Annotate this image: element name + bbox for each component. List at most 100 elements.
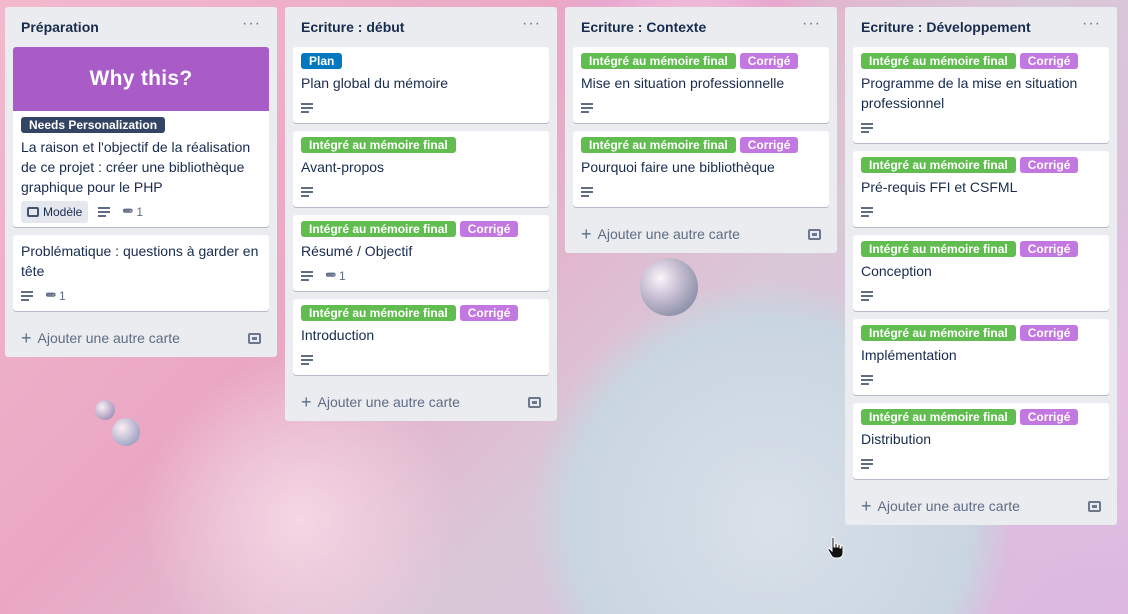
list-footer: + Ajouter une autre carte <box>13 319 269 357</box>
card-labels: Intégré au mémoire final Corrigé <box>861 157 1101 173</box>
card-label[interactable]: Intégré au mémoire final <box>861 157 1016 173</box>
create-from-template-icon[interactable] <box>248 332 261 344</box>
description-badge <box>301 187 313 197</box>
card[interactable]: Intégré au mémoire final Corrigé Résumé / … <box>293 215 549 291</box>
description-icon <box>581 187 593 197</box>
card-label[interactable]: Intégré au mémoire final <box>861 53 1016 69</box>
list: Ecriture : Contexte ··· Intégré au mémoire… <box>565 7 837 253</box>
card-label[interactable]: Intégré au mémoire final <box>861 409 1016 425</box>
list-menu-icon[interactable]: ··· <box>1082 16 1101 35</box>
card-label[interactable]: Needs Personalization <box>21 117 166 133</box>
list-title[interactable]: Ecriture : Contexte <box>581 19 706 35</box>
card-title: Résumé / Objectif <box>301 243 413 259</box>
card-label[interactable]: Corrigé <box>1019 241 1079 257</box>
create-from-template-icon[interactable] <box>808 228 821 240</box>
card-title: Programme de la mise en situation profes… <box>861 75 1078 111</box>
card[interactable]: Intégré au mémoire final Corrigé Pré-requi… <box>853 151 1109 227</box>
card-badges: 1 <box>301 267 541 285</box>
description-badge <box>21 291 33 301</box>
card[interactable]: Intégré au mémoire final Corrigé Programme… <box>853 47 1109 143</box>
card[interactable]: Intégré au mémoire final Corrigé Pourquoi … <box>573 131 829 207</box>
card[interactable]: Plan Plan global du mémoire <box>293 47 549 123</box>
paperclip-icon <box>39 286 58 305</box>
card-label[interactable]: Corrigé <box>1019 157 1079 173</box>
card-label[interactable]: Intégré au mémoire final <box>861 241 1016 257</box>
description-icon <box>301 187 313 197</box>
list-footer: + Ajouter une autre carte <box>573 215 829 253</box>
card-label[interactable]: Corrigé <box>1019 409 1079 425</box>
list-menu-icon[interactable]: ··· <box>242 16 261 35</box>
card-title: Implémentation <box>861 347 957 363</box>
card[interactable]: Intégré au mémoire final Avant-propos <box>293 131 549 207</box>
description-badge <box>301 103 313 113</box>
attachment-count: 1 <box>59 289 66 303</box>
card-label[interactable]: Corrigé <box>1019 53 1079 69</box>
card-label[interactable]: Corrigé <box>739 137 799 153</box>
card-labels: Intégré au mémoire final Corrigé <box>301 305 541 321</box>
add-card-label: Ajouter une autre carte <box>37 330 180 346</box>
card-label[interactable]: Intégré au mémoire final <box>581 53 736 69</box>
card-label[interactable]: Intégré au mémoire final <box>861 325 1016 341</box>
card[interactable]: Intégré au mémoire final Corrigé Introduct… <box>293 299 549 375</box>
plus-icon: + <box>861 496 872 516</box>
card-title: Plan global du mémoire <box>301 75 449 91</box>
create-from-template-icon[interactable] <box>528 396 541 408</box>
description-icon <box>581 103 593 113</box>
card-labels: Intégré au mémoire final Corrigé <box>581 53 821 69</box>
list-menu-icon[interactable]: ··· <box>522 16 541 35</box>
list-footer: + Ajouter une autre carte <box>293 383 549 421</box>
list-header[interactable]: Ecriture : Développement ··· <box>853 7 1109 47</box>
list-header[interactable]: Préparation ··· <box>13 7 269 47</box>
add-card-button[interactable]: + Ajouter une autre carte <box>581 225 740 243</box>
card-labels: Intégré au mémoire final Corrigé <box>861 409 1101 425</box>
card[interactable]: Intégré au mémoire final Corrigé Conceptio… <box>853 235 1109 311</box>
card[interactable]: Why this? Needs Personalization La raison … <box>13 47 269 227</box>
card-badges <box>301 351 541 369</box>
card[interactable]: Problématique : questions à garder en tê… <box>13 235 269 311</box>
card-label[interactable]: Corrigé <box>459 305 519 321</box>
list-title[interactable]: Préparation <box>21 19 99 35</box>
card[interactable]: Intégré au mémoire final Corrigé Distribut… <box>853 403 1109 479</box>
list: Ecriture : Développement ··· Intégré au mé… <box>845 7 1117 525</box>
card-labels: Plan <box>301 53 541 69</box>
card-badges <box>301 183 541 201</box>
list-title[interactable]: Ecriture : début <box>301 19 404 35</box>
attachment-badge: 1 <box>323 269 346 284</box>
add-card-button[interactable]: + Ajouter une autre carte <box>21 329 180 347</box>
list-title[interactable]: Ecriture : Développement <box>861 19 1031 35</box>
card-labels: Intégré au mémoire final Corrigé <box>301 221 541 237</box>
add-card-button[interactable]: + Ajouter une autre carte <box>861 496 1020 516</box>
description-icon <box>861 123 873 133</box>
card-label[interactable]: Plan <box>301 53 343 69</box>
attachment-count: 1 <box>136 205 144 219</box>
card-badges <box>301 99 541 117</box>
create-from-template-icon[interactable] <box>1088 500 1101 512</box>
template-badge-label: Modèle <box>43 205 83 219</box>
card-label[interactable]: Intégré au mémoire final <box>581 137 736 153</box>
card-badges <box>581 183 821 201</box>
list-header[interactable]: Ecriture : début ··· <box>293 7 549 47</box>
card[interactable]: Intégré au mémoire final Corrigé Mise en s… <box>573 47 829 123</box>
list-header[interactable]: Ecriture : Contexte ··· <box>573 7 829 47</box>
card-labels: Intégré au mémoire final Corrigé <box>861 53 1101 69</box>
card-label[interactable]: Intégré au mémoire final <box>301 221 456 237</box>
card-badges <box>861 371 1101 389</box>
card-label[interactable]: Corrigé <box>459 221 519 237</box>
card-label[interactable]: Corrigé <box>739 53 799 69</box>
add-card-button[interactable]: + Ajouter une autre carte <box>301 393 460 411</box>
paperclip-icon <box>117 202 136 221</box>
card-title: Avant-propos <box>301 159 385 175</box>
description-icon <box>98 207 111 217</box>
card-badges <box>861 203 1101 221</box>
add-card-label: Ajouter une autre carte <box>877 498 1020 514</box>
card-label[interactable]: Intégré au mémoire final <box>301 305 456 321</box>
card-title: Conception <box>861 263 932 279</box>
card-label[interactable]: Corrigé <box>1019 325 1079 341</box>
list-menu-icon[interactable]: ··· <box>802 16 821 35</box>
card[interactable]: Intégré au mémoire final Corrigé Implément… <box>853 319 1109 395</box>
card-badges <box>861 119 1101 137</box>
description-icon <box>861 459 873 469</box>
card-badges <box>581 99 821 117</box>
card-label[interactable]: Intégré au mémoire final <box>301 137 456 153</box>
board: Préparation ··· Why this? Needs Personaliza… <box>0 0 1128 614</box>
